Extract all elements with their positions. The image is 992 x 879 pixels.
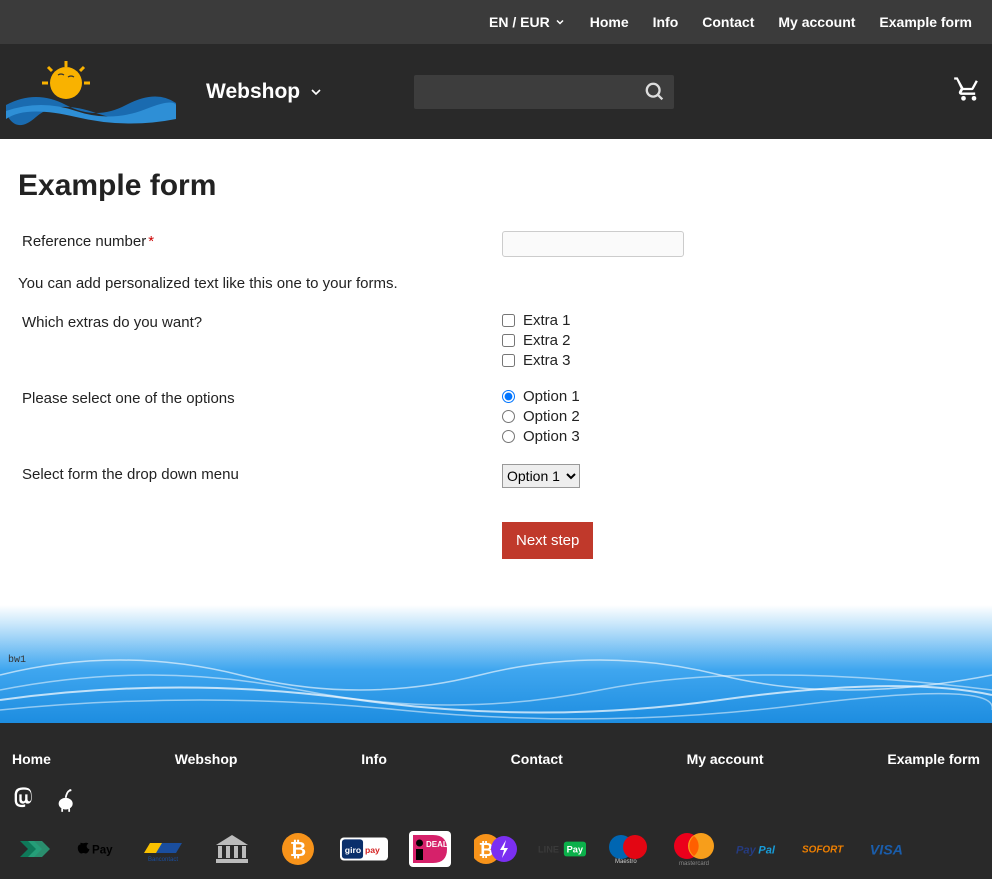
page-title: Example form	[18, 169, 974, 203]
social-row	[10, 785, 982, 813]
option-2-label: Option 2	[523, 408, 580, 425]
lang-currency-label: EN / EUR	[489, 14, 550, 30]
svg-text:Maestro: Maestro	[615, 859, 637, 865]
extra-2-label: Extra 2	[523, 332, 571, 349]
extra-3-label: Extra 3	[523, 352, 571, 369]
payment-bancontact-icon: Bancontact	[142, 833, 190, 865]
footer-info[interactable]: Info	[361, 751, 387, 767]
svg-text:Pay: Pay	[567, 845, 584, 855]
footer-webshop[interactable]: Webshop	[175, 751, 238, 767]
main-header: Webshop	[0, 44, 992, 139]
footer-home[interactable]: Home	[12, 751, 51, 767]
webshop-menu[interactable]: Webshop	[206, 80, 324, 104]
option-3-label: Option 3	[523, 428, 580, 445]
topnav-home[interactable]: Home	[578, 14, 641, 30]
reference-input[interactable]	[502, 231, 684, 257]
form-info-text: You can add personalized text like this …	[18, 275, 974, 292]
chevron-down-icon	[554, 16, 566, 28]
payment-bitcoin-icon: ₿	[274, 833, 322, 865]
required-asterisk: *	[148, 233, 154, 250]
payment-giropay-icon: giropay	[340, 833, 388, 865]
lang-currency-selector[interactable]: EN / EUR	[477, 14, 578, 30]
reference-label: Reference number*	[18, 231, 502, 257]
payment-paypal-icon: PayPal	[736, 833, 784, 865]
payment-afterpay-icon	[10, 833, 58, 865]
payment-mastercard-icon: mastercard	[670, 833, 718, 865]
svg-text:giro: giro	[345, 845, 361, 855]
payment-sofort-icon: SOFORT	[802, 833, 850, 865]
search-icon[interactable]	[644, 81, 666, 103]
decorative-banner: bw1	[0, 605, 992, 723]
option-3-radio[interactable]	[502, 430, 515, 443]
payment-methods: Pay Bancontact ₿ giropay DEAL ₿ LINEPay …	[10, 833, 982, 865]
site-logo[interactable]	[6, 57, 176, 127]
payment-linepay-icon: LINE Pay	[538, 833, 586, 865]
svg-text:DEAL: DEAL	[426, 840, 448, 849]
svg-text:VISA: VISA	[870, 842, 903, 858]
dropdown-label: Select form the drop down menu	[18, 464, 502, 488]
topnav-my-account[interactable]: My account	[766, 14, 867, 30]
svg-text:Pay: Pay	[736, 844, 757, 856]
search-box	[414, 75, 674, 109]
topbar: EN / EUR Home Info Contact My account Ex…	[0, 0, 992, 44]
svg-text:SOFORT: SOFORT	[802, 844, 844, 855]
payment-bank-icon	[208, 833, 256, 865]
payment-visa-icon: VISA	[868, 833, 916, 865]
footer-example-form[interactable]: Example form	[887, 751, 980, 767]
webshop-label: Webshop	[206, 80, 300, 104]
extra-3-checkbox[interactable]	[502, 354, 515, 367]
topnav-example-form[interactable]: Example form	[867, 14, 984, 30]
cart-button[interactable]	[952, 75, 982, 108]
footer-nav: Home Webshop Info Contact My account Exa…	[10, 751, 982, 785]
options-label: Please select one of the options	[18, 388, 502, 448]
svg-text:pay: pay	[365, 845, 380, 855]
svg-text:Bancontact: Bancontact	[148, 857, 178, 863]
svg-text:Pay: Pay	[92, 844, 113, 856]
option-1-label: Option 1	[523, 388, 580, 405]
svg-text:Pal: Pal	[758, 844, 776, 856]
payment-lightning-icon: ₿	[472, 833, 520, 865]
footer-my-account[interactable]: My account	[687, 751, 764, 767]
footer: Home Webshop Info Contact My account Exa…	[0, 723, 992, 879]
extra-1-checkbox[interactable]	[502, 314, 515, 327]
svg-text:LINE: LINE	[538, 845, 559, 855]
topnav-info[interactable]: Info	[641, 14, 691, 30]
main-content: Example form Reference number* You can a…	[0, 139, 992, 605]
footer-contact[interactable]: Contact	[511, 751, 563, 767]
mastodon-icon[interactable]	[10, 785, 38, 813]
option-1-radio[interactable]	[502, 390, 515, 403]
chevron-down-icon	[308, 84, 324, 100]
topnav-contact[interactable]: Contact	[690, 14, 766, 30]
payment-applepay-icon: Pay	[76, 833, 124, 865]
next-step-button[interactable]: Next step	[502, 522, 593, 559]
payment-ideal-icon: DEAL	[406, 833, 454, 865]
extra-2-checkbox[interactable]	[502, 334, 515, 347]
svg-text:mastercard: mastercard	[679, 861, 709, 867]
dropdown-select[interactable]: Option 1	[502, 464, 580, 488]
option-2-radio[interactable]	[502, 410, 515, 423]
nostr-icon[interactable]	[54, 785, 82, 813]
extra-1-label: Extra 1	[523, 312, 571, 329]
extras-label: Which extras do you want?	[18, 312, 502, 372]
cart-icon	[952, 75, 982, 103]
payment-maestro-icon: Maestro	[604, 833, 652, 865]
search-input[interactable]	[422, 84, 644, 100]
svg-text:₿: ₿	[290, 839, 306, 861]
